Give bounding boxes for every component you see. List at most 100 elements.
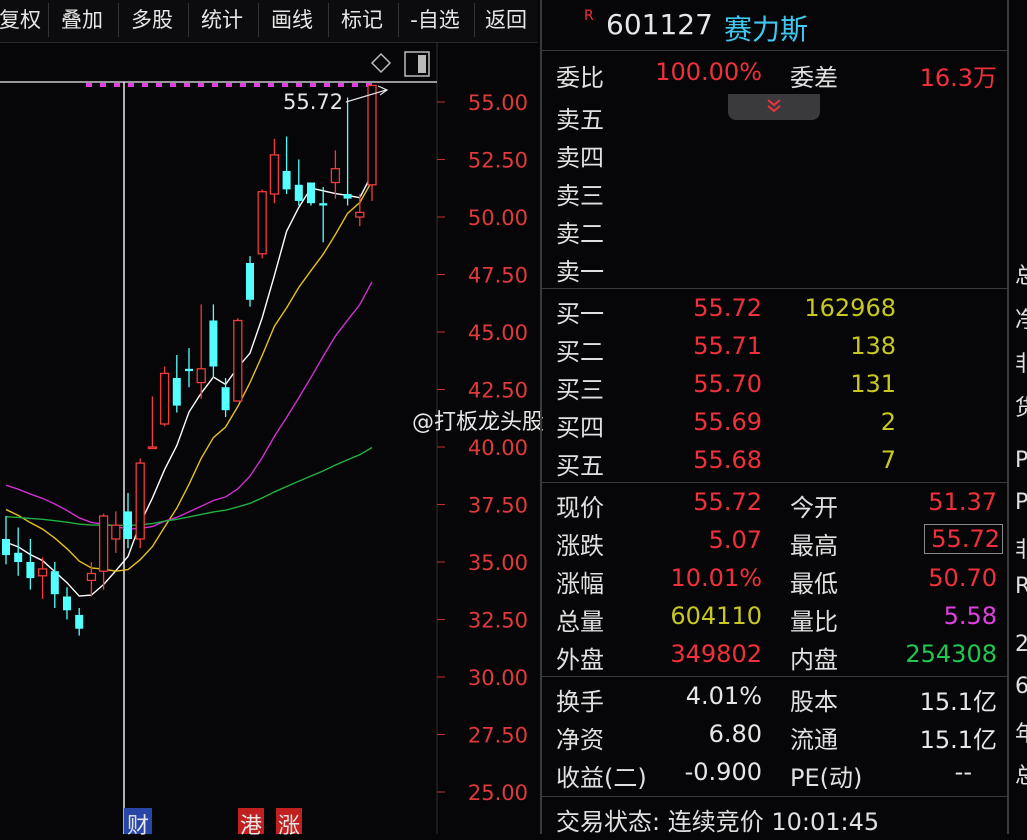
top-marker-dash [212,83,218,87]
candle [319,187,328,243]
weibi-value: 100.00% [655,58,762,86]
high-value: 55.72 [924,524,1003,554]
price-tick-label: 52.50 [468,149,528,173]
turnover-label: 换手 [556,688,604,716]
net-assets-label: 净资 [556,726,604,754]
kline-svg: 55.00 52.50 50.00 47.50 45.00 42.50 40.00 37.50… [0,42,528,834]
open-label: 今开 [790,494,838,522]
weicha-value: 16.3万 [919,64,997,92]
expand-toggle[interactable] [728,94,820,120]
candle [63,587,71,620]
candle [343,97,352,206]
candle [269,138,280,204]
sell5-label: 卖五 [556,106,604,134]
top-marker-dash [296,83,302,87]
candle [135,458,145,549]
candle [367,84,377,201]
toolbar-draw-button[interactable]: 画线 [258,3,325,37]
weicha-label: 委差 [790,64,838,92]
buy4-volume: 2 [880,408,896,436]
kline-chart[interactable]: 55.00 52.50 50.00 47.50 45.00 42.50 40.00 37.50… [0,42,544,839]
toolbar-fuquan-button[interactable]: 复权 [0,3,46,37]
volume-ratio-value: 5.58 [943,602,997,630]
buy3-volume: 131 [850,370,896,398]
edge-text: 总 [1015,258,1027,290]
price-tick-label: 32.50 [468,609,528,633]
price-tick-label: 55.00 [468,91,528,115]
panel-toggle-icon[interactable] [404,51,430,77]
top-marker-dash [156,83,162,87]
low-label: 最低 [790,570,838,598]
sell2-label: 卖二 [556,220,604,248]
current-price-value: 55.72 [693,488,762,516]
sell4-label: 卖四 [556,144,604,172]
buy3-label: 买三 [556,376,604,404]
candle [330,150,341,199]
edge-text: P [1015,490,1027,515]
buy1-label: 买一 [556,300,604,328]
turnover-value: 4.01% [685,682,762,710]
high-label: 最高 [790,532,838,560]
buy4-price: 55.69 [693,408,762,436]
edge-text: 货 [1015,390,1027,422]
top-marker-dash [184,83,190,87]
price-tick-label: 30.00 [468,666,528,690]
top-marker-dash [170,83,176,87]
net-assets-value: 6.80 [708,720,762,748]
buy2-price: 55.71 [693,332,762,360]
buy5-price: 55.68 [693,446,762,474]
price-tick-label: 35.00 [468,551,528,575]
clipped-side-panel: 总 净 非 货 P P 非 R 2 6 年 总 [1007,0,1027,834]
eps-label: 收益(二) [556,764,647,792]
buy1-volume: 162968 [804,294,896,322]
toolbar-overlay-button[interactable]: 叠加 [48,3,115,37]
edge-text: 总 [1015,758,1027,790]
toolbar-stats-button[interactable]: 统计 [188,3,255,37]
candle [2,516,10,565]
volume-label: 总量 [556,608,604,636]
candle [124,493,132,549]
top-marker-dash [86,83,92,87]
marker-cai[interactable]: 财 [124,808,152,839]
marker-zhang[interactable]: 涨 [276,808,302,839]
top-marker-dash [198,83,204,87]
sell3-label: 卖三 [556,182,604,210]
toolbar-watchlist-button[interactable]: -自选 [398,3,471,37]
change-label: 涨跌 [556,532,604,560]
edge-text: 净 [1015,302,1027,334]
double-chevron-down-icon [767,99,781,113]
top-marker-dash [310,83,316,87]
marker-gang[interactable]: 港 [238,808,264,839]
eps-value: -0.900 [684,758,762,786]
top-marker-dash [240,83,246,87]
buy2-volume: 138 [850,332,896,360]
candle [282,136,291,194]
edge-text: 6 [1015,674,1027,699]
candle [98,513,109,590]
price-tick-label: 37.50 [468,494,528,518]
float-shares-value: 15.1亿 [919,726,997,754]
inner-volume-value: 254308 [905,640,997,668]
top-marker-dash [100,83,106,87]
price-tick-label: 50.00 [468,206,528,230]
top-marker-dash [352,83,358,87]
price-tick-label: 27.50 [468,724,528,748]
candle [172,355,181,413]
candle [14,527,23,576]
chart-toolbar: 复权 叠加 多股 统计 画线 标记 -自选 返回 [0,0,538,43]
edge-text: 年 [1015,716,1027,748]
buy3-price: 55.70 [693,370,762,398]
r-badge: R [584,8,594,24]
toolbar-multistock-button[interactable]: 多股 [118,3,185,37]
candle [307,182,315,206]
edge-text: 非 [1015,346,1027,378]
pe-value: -- [954,758,972,786]
diamond-icon[interactable] [370,52,392,74]
candle [75,608,84,636]
stock-name: 赛力斯 [724,13,809,46]
toolbar-back-button[interactable]: 返回 [474,3,537,37]
top-marker-dash [254,83,260,87]
toolbar-mark-button[interactable]: 标记 [328,3,395,37]
candle [209,304,218,378]
buy2-label: 买二 [556,338,604,366]
